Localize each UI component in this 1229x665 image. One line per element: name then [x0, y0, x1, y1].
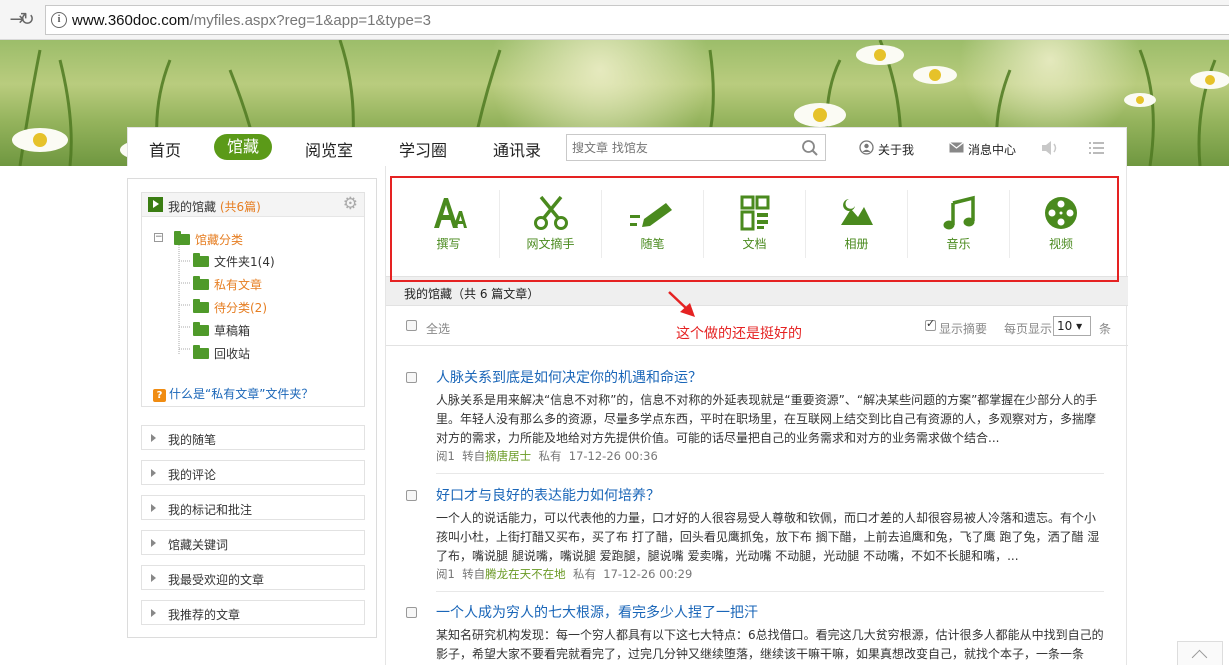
- arrow-right-icon: [151, 434, 156, 442]
- url-field[interactable]: i www.360doc.com/myfiles.aspx?reg=1&app=…: [45, 5, 1229, 35]
- article-source-link[interactable]: 摘唐居士: [485, 449, 531, 463]
- folder-item-drafts[interactable]: 草稿箱: [193, 322, 250, 339]
- article-title[interactable]: 人脉关系到底是如何决定你的机遇和命运？: [436, 367, 702, 387]
- my-collection-header[interactable]: 我的馆藏 (共6篇) ⚙: [142, 193, 364, 217]
- url-path: /myfiles.aspx?reg=1&app=1&type=3: [189, 12, 431, 29]
- nav-reading-room[interactable]: 阅览室: [305, 137, 353, 161]
- select-all-checkbox[interactable]: [406, 320, 417, 331]
- nav-collection-active[interactable]: 馆藏: [214, 134, 272, 160]
- folder-icon: [193, 345, 209, 359]
- question-icon: ?: [153, 389, 166, 402]
- user-icon: [859, 140, 874, 155]
- folder-item-private[interactable]: 私有文章: [193, 276, 262, 293]
- collapse-icon[interactable]: −: [154, 233, 163, 242]
- annotation-text: 这个做的还是挺好的: [676, 326, 802, 342]
- arrow-right-icon: [151, 504, 156, 512]
- show-summary-checkbox[interactable]: [925, 317, 936, 331]
- sidebar-item-recommended[interactable]: 我推荐的文章: [141, 600, 365, 625]
- reload-icon[interactable]: ↻: [16, 9, 38, 31]
- sidebar-item-comments[interactable]: 我的评论: [141, 460, 365, 485]
- arrow-right-icon: [151, 539, 156, 547]
- about-me-link[interactable]: 关于我: [878, 141, 914, 158]
- url-host: www.360doc.com: [72, 12, 190, 29]
- annotation-arrow-icon: [668, 291, 695, 317]
- folder-icon: [193, 322, 209, 336]
- volume-icon[interactable]: [1041, 140, 1061, 156]
- collection-count-title: 我的馆藏（共 6 篇文章）: [404, 287, 540, 301]
- search-box: [566, 134, 826, 161]
- info-icon[interactable]: i: [51, 12, 67, 28]
- article-checkbox[interactable]: [406, 490, 417, 501]
- folder-icon: [193, 253, 209, 267]
- my-collection-panel: 我的馆藏 (共6篇) ⚙ − 馆藏分类 文件夹1(4) 私有文章 待分类(2) …: [141, 192, 365, 407]
- show-summary-label: 显示摘要: [939, 322, 988, 336]
- sidebar-item-annotations[interactable]: 我的标记和批注: [141, 495, 365, 520]
- article-title[interactable]: 好口才与良好的表达能力如何培养？: [436, 485, 660, 505]
- my-collection-title: 我的馆藏: [168, 200, 217, 214]
- browser-address-bar: → ↻ i www.360doc.com/myfiles.aspx?reg=1&…: [0, 0, 1229, 40]
- tree-lines: [178, 245, 191, 355]
- article-summary: 人脉关系是用来解决“信息不对称”的，信息不对称的外延表现就是“重要资源”、“解决…: [436, 393, 1098, 445]
- article-item: 一个人成为穷人的七大根源，看完多少人捏了一把汗 某知名研究机构发现：每一个穷人都…: [404, 602, 1104, 665]
- folder-item-trash[interactable]: 回收站: [193, 345, 250, 362]
- per-page-unit: 条: [1099, 322, 1112, 336]
- search-icon[interactable]: [801, 139, 819, 157]
- select-all-label: 全选: [426, 322, 451, 336]
- article-checkbox[interactable]: [406, 372, 417, 383]
- arrow-right-icon: [151, 469, 156, 477]
- sidebar-item-popular[interactable]: 我最受欢迎的文章: [141, 565, 365, 590]
- article-summary: 某知名研究机构发现：每一个穷人都具有以下这七大特点：6总找借口。看完这几大贫穷根…: [436, 628, 1104, 661]
- article-source-link[interactable]: 腾龙在天不在地: [485, 567, 566, 581]
- message-center-link[interactable]: 消息中心: [968, 141, 1016, 158]
- article-meta: 阅1 转自腾龙在天不在地 私有 17-12-26 00:29: [436, 567, 693, 581]
- nav-home[interactable]: 首页: [149, 137, 181, 161]
- top-nav: 首页 馆藏 阅览室 学习圈 通讯录 关于我 消息中心: [127, 127, 1127, 166]
- mail-icon: [949, 142, 964, 153]
- article-meta: 阅1 转自摘唐居士 私有 17-12-26 00:36: [436, 449, 658, 463]
- annotation-highlight-box: [390, 176, 1119, 282]
- folder-icon: [193, 276, 209, 290]
- folder-icon: [174, 231, 190, 245]
- sidebar: 我的馆藏 (共6篇) ⚙ − 馆藏分类 文件夹1(4) 私有文章 待分类(2) …: [127, 178, 377, 638]
- search-input[interactable]: [567, 135, 792, 160]
- nav-contacts[interactable]: 通讯录: [493, 137, 541, 161]
- gear-icon[interactable]: ⚙: [343, 194, 358, 214]
- article-summary: 一个人的说话能力，可以代表他的力量，口才好的人很容易受人尊敬和钦佩，而口才差的人…: [436, 511, 1100, 563]
- nav-study-circle[interactable]: 学习圈: [399, 137, 447, 161]
- sidebar-item-keywords[interactable]: 馆藏关键词: [141, 530, 365, 555]
- folder-icon: [193, 299, 209, 313]
- my-collection-count: (共6篇): [219, 200, 261, 214]
- private-help-link[interactable]: ? 什么是“私有文章”文件夹？: [153, 385, 313, 402]
- divider: [436, 591, 1104, 592]
- folder-item-1[interactable]: 文件夹1(4): [193, 253, 275, 270]
- sidebar-item-notes[interactable]: 我的随笔: [141, 425, 365, 450]
- article-checkbox[interactable]: [406, 607, 417, 618]
- play-icon: [148, 197, 163, 212]
- folder-item-unsorted[interactable]: 待分类(2): [193, 299, 267, 316]
- per-page-label: 每页显示: [1004, 322, 1053, 336]
- article-title[interactable]: 一个人成为穷人的七大根源，看完多少人捏了一把汗: [436, 602, 758, 622]
- scroll-to-top-button[interactable]: [1177, 641, 1223, 665]
- arrow-right-icon: [151, 609, 156, 617]
- arrow-right-icon: [151, 574, 156, 582]
- per-page-select[interactable]: 10 ▾: [1053, 316, 1091, 336]
- menu-list-icon[interactable]: [1089, 142, 1104, 155]
- divider: [436, 473, 1104, 474]
